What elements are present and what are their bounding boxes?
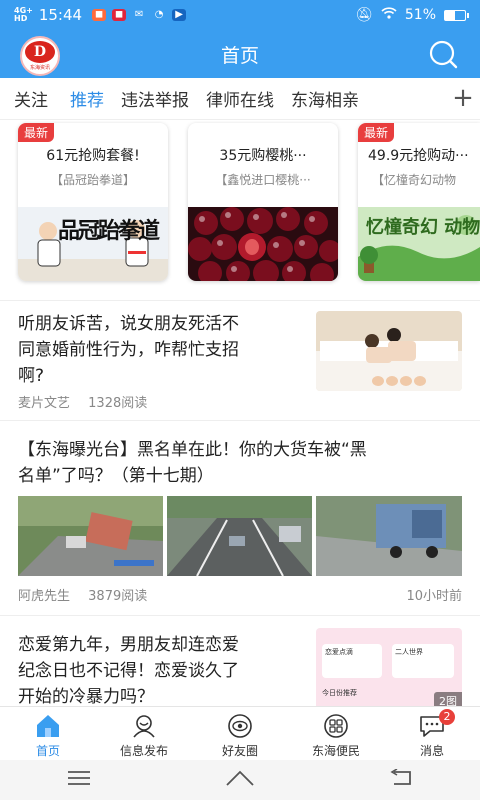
search-button[interactable] [426,40,458,70]
new-badge: 最新 [358,123,395,142]
category-tabs: 关注 推荐 违法举报 律师在线 东海相亲 + [0,78,480,120]
article-title: 恋爱第九年，男朋友却连恋爱 纪念日也不记得！恋爱谈久了 开始的冷暴力吗？ [18,635,239,706]
thumb-text: 今日份推荐 [322,689,357,697]
tab-recommend[interactable]: 推荐 [70,86,121,111]
back-icon [390,768,411,785]
article-card[interactable]: 【东海曝光台】黑名单在此！你的大货车被“黑 名单”了吗？（第十七期） 阿虎先生 … [0,421,480,616]
tab-lawyer-online[interactable]: 律师在线 [206,86,291,111]
tab-home[interactable]: 首页 [0,707,96,760]
article-card[interactable]: 恋爱第九年，男朋友却连恋爱 纪念日也不记得！恋爱谈久了 开始的冷暴力吗？ 恋爱点… [0,616,480,706]
home-nav-button[interactable] [225,769,255,791]
search-icon [429,40,458,69]
article-thumbnail: 恋爱点滴 二人世界 今日份推荐 2图 [316,628,462,706]
promo-card[interactable]: 35元购樱桃··· 【鑫悦进口樱桃··· [188,123,338,281]
feed[interactable]: 最新 61元抢购套餐! 【品冠跆拳道】 品冠跆拳道 35元购樱桃··· 【鑫悦进… [0,121,480,706]
tab-services[interactable]: 东海便民 [288,707,384,760]
promo-card[interactable]: 最新 49.9元抢购动··· 【忆橦奇幻动物 忆橦奇幻 动物王国 [358,123,480,281]
mute-icon: 🔕︎ [355,7,373,23]
article-card[interactable]: 听朋友诉苦，说女朋友死活不 同意婚前性行为，咋帮忙支招 啊? 麦片文艺 1328… [0,301,480,421]
publish-icon [133,715,155,738]
app-header: D 东海资讯 首页 [0,30,480,78]
page-title: 首页 [220,44,259,67]
menu-button[interactable] [66,770,92,790]
article-meta: 阿虎先生 3879阅读 [18,585,147,604]
article-thumbnail [18,496,163,576]
network-indicator: 4G+ HD [14,6,33,23]
shopping-notification-icon: ◼ [112,9,127,21]
article-reads: 1328阅读 [88,396,148,411]
status-bar: 4G+ HD 15:44 ◼ ◼ ✉ ◔ ▶ 🔕︎ 51% [0,0,480,30]
article-thumbnail [316,496,462,576]
article-reads: 3879阅读 [88,589,148,604]
plus-icon: + [452,83,474,113]
article-title: 听朋友诉苦，说女朋友死活不 同意婚前性行为，咋帮忙支招 啊? [18,314,239,386]
clock: 15:44 [38,6,83,24]
system-nav-bar [0,760,480,800]
unread-badge: 2 [439,709,455,725]
promo-image-text: 忆橦奇幻 动物王国 [366,217,480,238]
add-tab-button[interactable]: + [446,78,480,119]
app-notification-icon: ◼ [92,9,107,21]
article-meta: 麦片文艺 1328阅读 [18,392,147,411]
home-nav-icon [226,770,254,786]
promo-title: 61元抢购套餐! [46,148,140,164]
article-title: 【东海曝光台】黑名单在此！你的大货车被“黑 名单”了吗？（第十七期） [18,440,367,486]
promo-image: 忆橦奇幻 动物王国 [358,207,480,281]
thumb-card: 二人世界 [392,644,454,678]
promo-card[interactable]: 最新 61元抢购套餐! 【品冠跆拳道】 品冠跆拳道 [18,123,168,281]
tab-publish[interactable]: 信息发布 [96,707,192,760]
article-time: 10小时前 [406,589,462,604]
back-button[interactable] [388,768,414,791]
image-count-badge: 2图 [434,692,462,706]
tab-donghai-dating[interactable]: 东海相亲 [291,86,376,111]
article-author: 麦片文艺 [18,396,71,411]
promo-shop: 【鑫悦进口樱桃··· [215,173,311,187]
menu-icon [68,771,91,785]
battery-icon [444,9,469,21]
app-logo[interactable]: D 东海资讯 [20,36,60,76]
article-author: 阿虎先生 [18,589,71,604]
promo-image-text: 品冠跆拳道 [58,218,160,244]
promo-shop: 【忆橦奇幻动物 [372,173,457,187]
cherries-image [188,207,338,281]
article-thumbnail [316,311,462,391]
wechat-icon: ✉ [134,9,144,20]
thumb-card: 恋爱点滴 [322,644,382,678]
tab-violation-report[interactable]: 违法举报 [121,86,206,111]
article-thumbnail [167,496,312,576]
promo-title: 49.9元抢购动··· [368,148,469,164]
battery-percent: 51% [404,7,436,23]
tab-messages[interactable]: 消息 2 [384,707,480,760]
promo-image: 品冠跆拳道 [18,207,168,281]
promo-shop: 【品冠跆拳道】 [50,173,135,187]
home-icon [37,715,59,737]
promo-title: 35元购樱桃··· [219,148,307,164]
tab-friends[interactable]: 好友圈 [192,707,288,760]
wifi-icon [381,7,397,23]
new-badge: 最新 [18,123,55,142]
promo-carousel[interactable]: 最新 61元抢购套餐! 【品冠跆拳道】 品冠跆拳道 35元购樱桃··· 【鑫悦进… [0,121,480,301]
bottom-tab-bar: 首页 信息发布 好友圈 东海便民 消息 2 [0,706,480,760]
services-icon [324,714,348,738]
tab-follow[interactable]: 关注 [0,86,70,111]
friends-icon [228,714,252,738]
compass-icon: ◔ [154,9,164,20]
app-notification-icon: ▶ [172,9,187,21]
